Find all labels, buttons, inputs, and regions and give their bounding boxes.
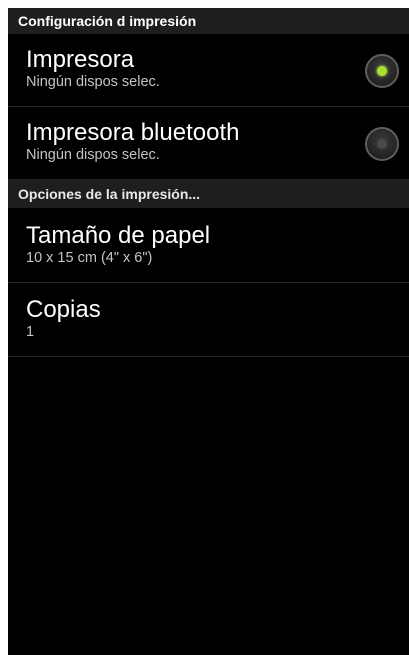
printer-option-title: Impresora (26, 46, 135, 73)
print-setup-header: Configuración d impresión (8, 8, 409, 34)
print-settings-screen: Configuración d impresión Impresora Ning… (8, 8, 409, 655)
bluetooth-printer-radio-button[interactable] (365, 127, 399, 161)
bluetooth-printer-option-subtitle: Ningún dispos selec. (26, 147, 160, 163)
paper-size-value: 10 x 15 cm (4" x 6") (26, 250, 153, 266)
radio-selected-dot-icon (377, 66, 387, 76)
copies-option[interactable]: Copias 1 (8, 283, 409, 357)
paper-size-title: Tamaño de papel (26, 222, 211, 249)
printer-option[interactable]: Impresora Ningún dispos selec. (8, 34, 409, 107)
copies-value: 1 (26, 324, 35, 340)
printer-option-subtitle: Ningún dispos selec. (26, 74, 160, 90)
paper-size-option[interactable]: Tamaño de papel 10 x 15 cm (4" x 6") (8, 208, 409, 283)
radio-unselected-dot-icon (377, 139, 387, 149)
copies-title: Copias (26, 296, 101, 323)
bluetooth-printer-option[interactable]: Impresora bluetooth Ningún dispos selec. (8, 107, 409, 180)
bluetooth-printer-option-title: Impresora bluetooth (26, 119, 240, 146)
print-options-header: Opciones de la impresión... (8, 180, 409, 208)
printer-radio-button[interactable] (365, 54, 399, 88)
